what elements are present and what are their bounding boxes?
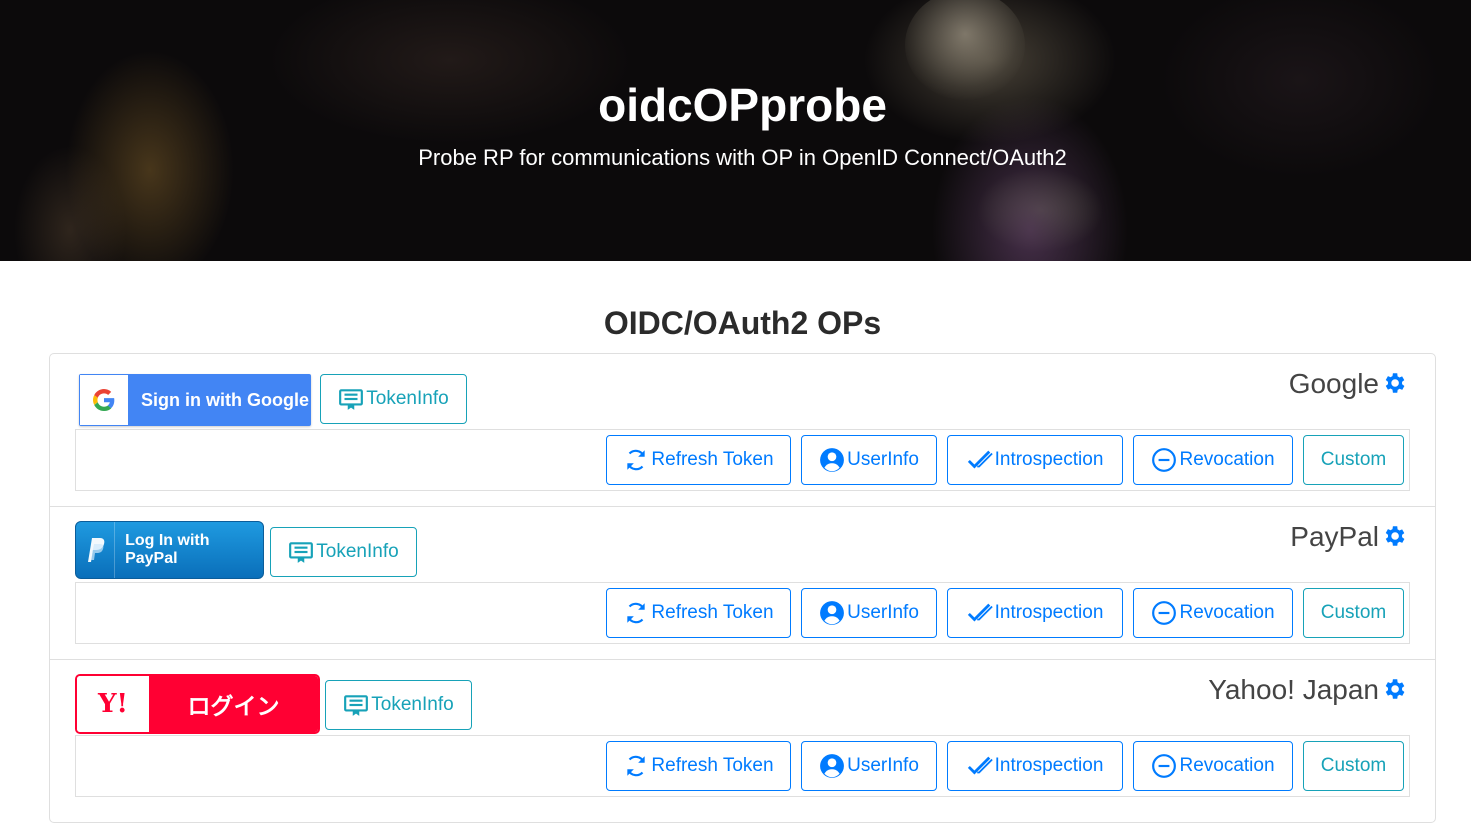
refresh-token-button[interactable]: Refresh Token bbox=[606, 435, 791, 485]
yahoo-login-button[interactable]: Y! ログイン bbox=[75, 674, 320, 734]
sync-icon bbox=[627, 755, 646, 777]
revocation-button[interactable]: Revocation bbox=[1133, 588, 1293, 638]
provider-row-google: Sign in with Google TokenInfo Google Ref… bbox=[50, 354, 1435, 507]
certificate-icon bbox=[289, 542, 314, 563]
provider-actions: Refresh Token UserInfo Introspection Rev… bbox=[75, 735, 1410, 797]
google-signin-button[interactable]: Sign in with Google bbox=[79, 374, 311, 426]
minus-circle-icon bbox=[1152, 754, 1177, 778]
introspection-button[interactable]: Introspection bbox=[947, 741, 1123, 791]
provider-name: Google bbox=[1289, 368, 1407, 400]
gear-icon[interactable] bbox=[1381, 523, 1407, 549]
user-circle-icon bbox=[820, 754, 845, 778]
custom-button[interactable]: Custom bbox=[1303, 741, 1404, 791]
custom-button[interactable]: Custom bbox=[1303, 435, 1404, 485]
refresh-token-button[interactable]: Refresh Token bbox=[606, 741, 791, 791]
paypal-logo-icon bbox=[76, 522, 116, 578]
page-title: oidcOPprobe bbox=[598, 79, 887, 131]
google-logo-icon bbox=[80, 375, 128, 425]
provider-row-yahoo-japan: Y! ログイン TokenInfo Yahoo! Japan Refresh T… bbox=[50, 660, 1435, 813]
minus-circle-icon bbox=[1152, 601, 1177, 625]
double-check-icon bbox=[967, 756, 993, 775]
tokeninfo-button[interactable]: TokenInfo bbox=[325, 680, 472, 730]
sync-icon bbox=[627, 449, 646, 471]
certificate-icon bbox=[339, 389, 364, 410]
page-subtitle: Probe RP for communications with OP in O… bbox=[418, 145, 1067, 170]
double-check-icon bbox=[967, 603, 993, 622]
tokeninfo-label: TokenInfo bbox=[316, 541, 399, 562]
provider-name: PayPal bbox=[1290, 521, 1407, 553]
certificate-icon bbox=[344, 695, 369, 716]
provider-actions: Refresh Token UserInfo Introspection Rev… bbox=[75, 429, 1410, 491]
tokeninfo-button[interactable]: TokenInfo bbox=[270, 527, 417, 577]
paypal-login-label: Log In with PayPal bbox=[125, 532, 210, 567]
hero-banner: oidcOPprobe Probe RP for communications … bbox=[0, 0, 1471, 261]
tokeninfo-button[interactable]: TokenInfo bbox=[320, 374, 467, 424]
paypal-login-button[interactable]: Log In with PayPal bbox=[75, 521, 264, 579]
userinfo-button[interactable]: UserInfo bbox=[801, 741, 937, 791]
revocation-button[interactable]: Revocation bbox=[1133, 741, 1293, 791]
user-circle-icon bbox=[820, 448, 845, 472]
section-title: OIDC/OAuth2 OPs bbox=[603, 305, 882, 341]
minus-circle-icon bbox=[1152, 448, 1177, 472]
sync-icon bbox=[627, 602, 646, 624]
provider-row-paypal: Log In with PayPal TokenInfo PayPal Refr… bbox=[50, 507, 1435, 660]
custom-button[interactable]: Custom bbox=[1303, 588, 1404, 638]
userinfo-button[interactable]: UserInfo bbox=[801, 588, 937, 638]
yahoo-logo-icon: Y! bbox=[77, 676, 149, 732]
provider-name: Yahoo! Japan bbox=[1208, 674, 1407, 706]
revocation-button[interactable]: Revocation bbox=[1133, 435, 1293, 485]
double-check-icon bbox=[967, 450, 993, 469]
provider-actions: Refresh Token UserInfo Introspection Rev… bbox=[75, 582, 1410, 644]
gear-icon[interactable] bbox=[1381, 370, 1407, 396]
introspection-button[interactable]: Introspection bbox=[947, 588, 1123, 638]
tokeninfo-label: TokenInfo bbox=[371, 694, 454, 715]
userinfo-button[interactable]: UserInfo bbox=[801, 435, 937, 485]
user-circle-icon bbox=[820, 601, 845, 625]
refresh-token-button[interactable]: Refresh Token bbox=[606, 588, 791, 638]
gear-icon[interactable] bbox=[1381, 676, 1407, 702]
tokeninfo-label: TokenInfo bbox=[366, 388, 449, 409]
introspection-button[interactable]: Introspection bbox=[947, 435, 1123, 485]
google-signin-label: Sign in with Google bbox=[141, 389, 309, 410]
yahoo-login-label: ログイン bbox=[149, 676, 318, 732]
